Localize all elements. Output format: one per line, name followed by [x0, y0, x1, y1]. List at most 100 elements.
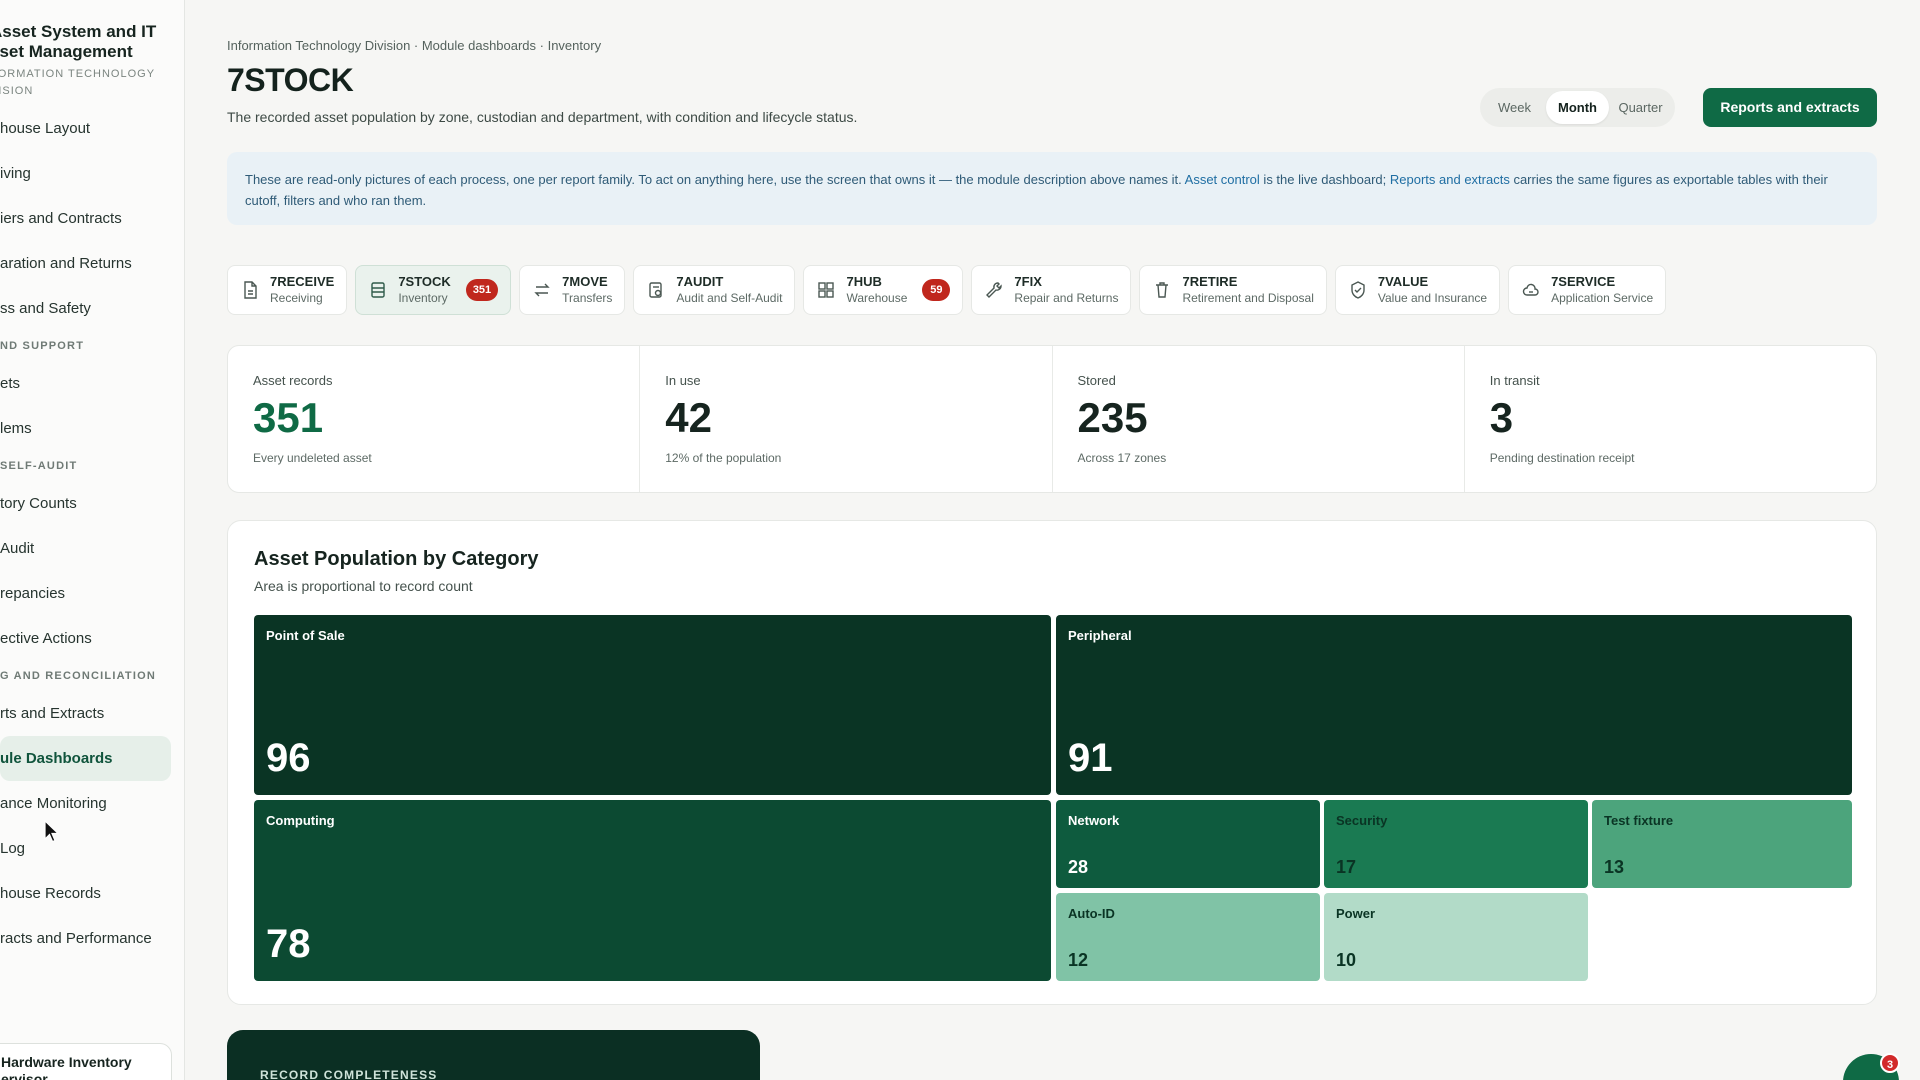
- sidebar-section-label: SELF-AUDIT: [0, 460, 78, 472]
- tab-count-badge: 59: [922, 279, 951, 301]
- treemap-cell-auto-id[interactable]: Auto-ID 12: [1056, 893, 1320, 981]
- treemap-cell-point-of-sale[interactable]: Point of Sale 96: [254, 615, 1051, 795]
- tab-7move[interactable]: 7MOVE Transfers: [519, 265, 626, 315]
- tab-name: Value and Insurance: [1377, 291, 1488, 305]
- stat-note: Pending destination receipt: [1489, 451, 1635, 465]
- module-tabs: 7RECEIVE Receiving 7STOCK Inventory 351 7MOVE…: [227, 265, 1877, 317]
- reports-and-extracts-link[interactable]: Reports and extracts: [1390, 172, 1510, 187]
- treemap-cell-value: 12: [1068, 950, 1089, 970]
- breadcrumb: Information Technology Division · Module…: [227, 38, 602, 53]
- category-treemap-card: Asset Population by Category Area is pro…: [227, 520, 1877, 1005]
- sidebar-section-label: G AND RECONCILIATION: [0, 670, 156, 682]
- treemap-cell-test-fixture[interactable]: Test fixture 13: [1592, 800, 1852, 888]
- stat-value: 42: [665, 394, 712, 441]
- sidebar-item[interactable]: rts and Extracts: [0, 691, 171, 736]
- tab-7retire[interactable]: 7RETIRE Retirement and Disposal: [1139, 265, 1327, 315]
- asset-control-link[interactable]: Asset control: [1185, 172, 1260, 187]
- period-option-quarter[interactable]: Quarter: [1609, 91, 1672, 124]
- tab-code: 7STOCK: [398, 274, 451, 289]
- treemap-cell-power[interactable]: Power 10: [1324, 893, 1588, 981]
- page-description: The recorded asset population by zone, c…: [227, 109, 858, 125]
- sidebar-item[interactable]: ective Actions: [0, 616, 171, 661]
- sidebar-item[interactable]: house Records: [0, 871, 171, 916]
- tab-7fix[interactable]: 7FIX Repair and Returns: [971, 265, 1132, 315]
- treemap-cell-network[interactable]: Network 28: [1056, 800, 1320, 888]
- trash-icon: [1153, 281, 1171, 299]
- treemap-cell-label: Peripheral: [1068, 628, 1132, 643]
- tab-7service[interactable]: 7SERVICE Application Service: [1508, 265, 1667, 315]
- app-title-line-2: sset Management: [0, 42, 133, 61]
- sidebar-item[interactable]: repancies: [0, 571, 171, 616]
- chart-subtitle: Area is proportional to record count: [254, 578, 473, 594]
- treemap-cell-label: Computing: [266, 813, 335, 828]
- sidebar-item[interactable]: Log: [0, 826, 171, 871]
- tab-7hub[interactable]: 7HUB Warehouse 59: [803, 265, 964, 315]
- stat-value: 351: [253, 394, 324, 441]
- sidebar-item[interactable]: house Layout: [0, 106, 171, 151]
- tab-text: 7RETIRE Retirement and Disposal: [1182, 274, 1313, 306]
- user-card[interactable]: Hardware Inventory ervisor: [0, 1043, 172, 1080]
- reports-and-extracts-button[interactable]: Reports and extracts: [1703, 88, 1877, 127]
- chat-notification-badge: 3: [1880, 1053, 1900, 1073]
- user-role-line-1: Hardware Inventory: [1, 1054, 132, 1070]
- sidebar-item[interactable]: ule Dashboards: [0, 736, 171, 781]
- treemap-cell-value: 28: [1068, 857, 1089, 877]
- sidebar-item[interactable]: Audit: [0, 526, 171, 571]
- sidebar-item[interactable]: tory Counts: [0, 481, 171, 526]
- treemap-cell-computing[interactable]: Computing 78: [254, 800, 1051, 981]
- list-icon: [369, 281, 387, 299]
- tab-7audit[interactable]: 7AUDIT Audit and Self-Audit: [633, 265, 796, 315]
- tab-7receive[interactable]: 7RECEIVE Receiving: [227, 265, 348, 315]
- treemap-cell-value: 17: [1336, 857, 1357, 877]
- sidebar-item[interactable]: ets: [0, 361, 171, 406]
- treemap-cell-value: 96: [266, 736, 311, 780]
- tab-code: 7MOVE: [562, 274, 608, 289]
- grid-icon: [817, 281, 835, 299]
- treemap-cell-label: Security: [1336, 813, 1388, 828]
- treemap-cell-label: Point of Sale: [266, 628, 345, 643]
- tab-code: 7SERVICE: [1551, 274, 1616, 289]
- page-title: 7STOCK: [227, 62, 354, 98]
- sidebar-item[interactable]: iers and Contracts: [0, 196, 171, 241]
- period-option-month[interactable]: Month: [1546, 91, 1609, 124]
- treemap-cell-value: 78: [266, 922, 311, 966]
- tab-7value[interactable]: 7VALUE Value and Insurance: [1334, 265, 1501, 315]
- tab-text: 7VALUE Value and Insurance: [1378, 274, 1487, 306]
- treemap-cell-peripheral[interactable]: Peripheral 91: [1056, 615, 1852, 795]
- tab-text: 7HUB Warehouse: [846, 274, 907, 306]
- stat-card: In use 42 12% of the population: [640, 346, 1053, 492]
- tab-name: Retirement and Disposal: [1182, 291, 1314, 305]
- app-title-line-1: Asset System and IT: [0, 22, 157, 41]
- sidebar-item[interactable]: ss and Safety: [0, 286, 171, 331]
- tab-count-badge: 351: [465, 279, 499, 301]
- treemap-cell-security[interactable]: Security 17: [1324, 800, 1588, 888]
- user-role-line-2: ervisor: [1, 1071, 48, 1080]
- sidebar-item[interactable]: racts and Performance: [0, 916, 171, 961]
- stat-note: Across 17 zones: [1077, 451, 1167, 465]
- sidebar-item[interactable]: ance Monitoring: [0, 781, 171, 826]
- sidebar-item[interactable]: aration and Returns: [0, 241, 171, 286]
- tab-name: Inventory: [398, 291, 448, 305]
- stat-note: 12% of the population: [665, 451, 782, 465]
- stat-value: 235: [1077, 394, 1148, 441]
- app-subtitle-line-2: VISION: [0, 85, 34, 97]
- sidebar-nav: house Layout iving iers and Contracts arati…: [0, 106, 184, 961]
- treemap-cell-label: Auto-ID: [1068, 906, 1115, 921]
- app-subtitle-line-1: FORMATION TECHNOLOGY: [0, 68, 156, 80]
- treemap-cell-value: 91: [1068, 736, 1113, 780]
- tab-name: Warehouse: [846, 291, 908, 305]
- tab-name: Transfers: [562, 291, 613, 305]
- treemap-cell-label: Network: [1068, 813, 1120, 828]
- sidebar-item[interactable]: iving: [0, 151, 171, 196]
- tab-code: 7HUB: [846, 274, 882, 289]
- period-selector: Week Month Quarter: [1480, 88, 1675, 127]
- tab-code: 7RECEIVE: [270, 274, 335, 289]
- period-option-week[interactable]: Week: [1483, 91, 1546, 124]
- sidebar-item[interactable]: lems: [0, 406, 171, 451]
- audit-icon: [647, 281, 665, 299]
- treemap-cell-value: 13: [1604, 857, 1625, 877]
- tab-text: 7AUDIT Audit and Self-Audit: [676, 274, 782, 306]
- tab-7stock[interactable]: 7STOCK Inventory 351: [355, 265, 512, 315]
- sidebar: Asset System and IT sset Management FORM…: [0, 0, 185, 1080]
- tab-name: Receiving: [270, 291, 323, 305]
